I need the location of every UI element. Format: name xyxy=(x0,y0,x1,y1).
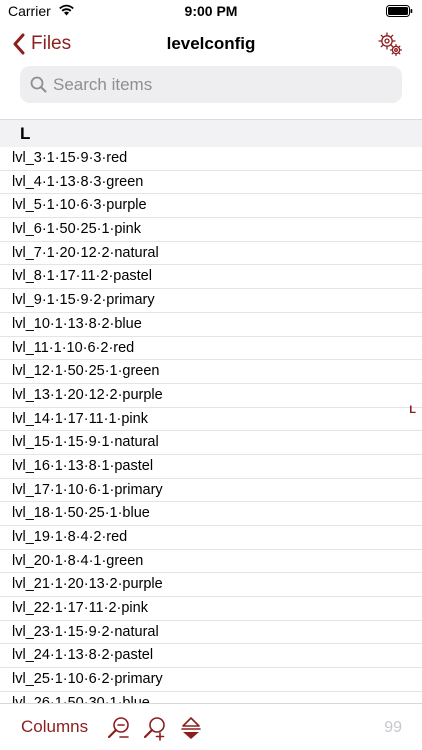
search-icon xyxy=(30,76,47,93)
list-item[interactable]: lvl_24·1·13·8·2·pastel xyxy=(0,644,422,669)
list-item[interactable]: lvl_22·1·17·11·2·pink xyxy=(0,597,422,621)
section-header: L xyxy=(0,119,422,147)
list-item[interactable]: lvl_16·1·13·8·1·pastel xyxy=(0,455,422,479)
list-item[interactable]: lvl_15·1·15·9·1·natural xyxy=(0,431,422,455)
list-item[interactable]: lvl_19·1·8·4·2·red xyxy=(0,526,422,550)
list-item[interactable]: lvl_20·1·8·4·1·green xyxy=(0,550,422,574)
list-item[interactable]: lvl_6·1·50·25·1·pink xyxy=(0,218,422,242)
battery-icon xyxy=(386,5,413,17)
list-item[interactable]: lvl_11·1·10·6·2·red xyxy=(0,337,422,361)
gear-icon[interactable] xyxy=(376,30,404,58)
list-item[interactable]: lvl_13·1·20·12·2·purple xyxy=(0,384,422,408)
list-item[interactable]: lvl_21·1·20·13·2·purple xyxy=(0,573,422,598)
list-item[interactable]: lvl_14·1·17·11·1·pink xyxy=(0,408,422,432)
item-count: 99 xyxy=(384,719,402,736)
list-item[interactable]: lvl_26·1·50·30·1·blue xyxy=(0,692,422,703)
section-index-letter[interactable]: L xyxy=(409,404,416,416)
sort-icon[interactable] xyxy=(178,715,204,741)
page-title: levelconfig xyxy=(166,34,256,53)
list-item[interactable]: lvl_9·1·15·9·2·primary xyxy=(0,289,422,313)
search-bar[interactable] xyxy=(20,66,402,103)
item-list[interactable]: lvl_3·1·15·9·3·red lvl_4·1·13·8·3·green lv… xyxy=(0,147,422,703)
list-item[interactable]: lvl_3·1·15·9·3·red xyxy=(0,147,422,171)
list-item[interactable]: lvl_17·1·10·6·1·primary xyxy=(0,479,422,503)
list-item[interactable]: lvl_23·1·15·9·2·natural xyxy=(0,621,422,645)
columns-button[interactable]: Columns xyxy=(21,717,88,737)
list-item[interactable]: lvl_12·1·50·25·1·green xyxy=(0,360,422,384)
bottom-toolbar: Columns 99 xyxy=(0,703,422,750)
list-item[interactable]: lvl_7·1·20·12·2·natural xyxy=(0,242,422,266)
status-bar: Carrier 9:00 PM xyxy=(0,0,422,22)
list-item[interactable]: lvl_25·1·10·6·2·primary xyxy=(0,668,422,692)
list-item[interactable]: lvl_18·1·50·25·1·blue xyxy=(0,502,422,526)
search-input[interactable] xyxy=(53,74,383,95)
list-item[interactable]: lvl_4·1·13·8·3·green xyxy=(0,171,422,195)
zoom-out-icon[interactable] xyxy=(106,715,132,741)
navigation-bar: Files levelconfig xyxy=(0,22,422,64)
list-item[interactable]: lvl_8·1·17·11·2·pastel xyxy=(0,265,422,290)
list-item[interactable]: lvl_5·1·10·6·3·purple xyxy=(0,194,422,219)
list-item[interactable]: lvl_10·1·13·8·2·blue xyxy=(0,313,422,337)
add-user-icon[interactable] xyxy=(142,715,168,741)
clock: 9:00 PM xyxy=(184,3,238,19)
